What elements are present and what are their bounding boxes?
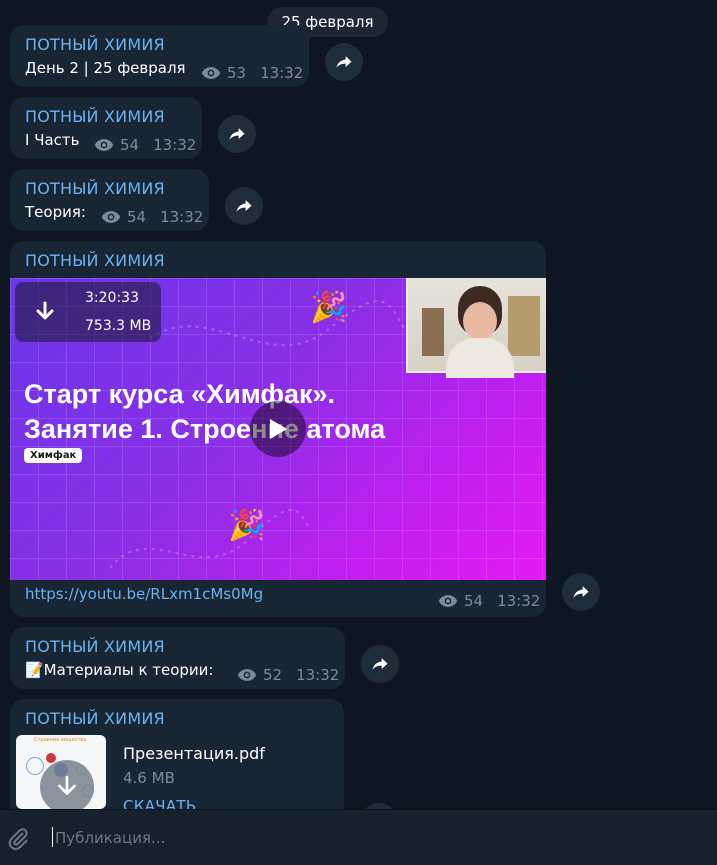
message-bubble[interactable]: ПОТНЫЙ ХИМИЯ I Часть 54 13:32	[10, 97, 202, 159]
message-time: 13:32	[260, 64, 304, 82]
message-meta: 54 13:32	[438, 592, 540, 610]
channel-name[interactable]: ПОТНЫЙ ХИМИЯ	[25, 35, 165, 54]
message-bubble[interactable]: ПОТНЫЙ ХИМИЯ 📝Материалы к теории: 52 13:…	[10, 627, 345, 689]
channel-name[interactable]: ПОТНЫЙ ХИМИЯ	[25, 251, 165, 270]
forward-icon	[236, 200, 252, 212]
channel-name[interactable]: ПОТНЫЙ ХИМИЯ	[25, 107, 165, 126]
message-text: День 2 | 25 февраля	[25, 59, 186, 77]
view-count: 54	[120, 136, 140, 154]
message-composer	[0, 809, 717, 865]
view-count: 52	[263, 666, 283, 684]
video-message-bubble[interactable]: ПОТНЫЙ ХИМИЯ 🎉 🎉 Старт курса «Химфак». З…	[10, 241, 546, 617]
forward-icon	[573, 586, 589, 598]
forward-icon	[336, 56, 352, 68]
document-size: 4.6 MB	[123, 769, 175, 787]
view-count: 54	[464, 592, 484, 610]
message-input[interactable]	[55, 824, 655, 852]
message-time: 13:32	[497, 592, 541, 610]
document-download-button[interactable]	[40, 760, 94, 809]
paperclip-icon[interactable]	[6, 827, 30, 851]
download-icon	[58, 775, 76, 795]
forward-button[interactable]	[562, 573, 600, 611]
view-count: 54	[127, 208, 147, 226]
eye-icon	[101, 211, 121, 223]
message-text: I Часть	[25, 131, 80, 149]
forward-button[interactable]	[218, 115, 256, 153]
forward-button[interactable]	[361, 645, 399, 683]
channel-name[interactable]: ПОТНЫЙ ХИМИЯ	[25, 179, 165, 198]
message-time: 13:32	[296, 666, 340, 684]
play-button[interactable]	[250, 401, 306, 457]
message-meta: 54 13:32	[101, 208, 203, 226]
forward-button[interactable]	[325, 43, 363, 81]
eye-icon	[94, 139, 114, 151]
text-caret	[52, 827, 53, 847]
dotted-curve-decoration	[110, 509, 310, 569]
dotted-curve-decoration	[150, 300, 410, 347]
play-icon	[270, 419, 287, 439]
party-popper-icon: 🎉	[228, 508, 266, 543]
video-size: 753.3 MB	[85, 318, 152, 334]
forward-icon	[372, 658, 388, 670]
message-time: 13:32	[153, 136, 197, 154]
video-preview[interactable]: 🎉 🎉 Старт курса «Химфак». Занятие 1. Стр…	[10, 278, 546, 580]
message-meta: 53 13:32	[201, 64, 303, 82]
message-text: Теория:	[25, 203, 86, 221]
video-webcam-inset	[406, 278, 546, 378]
eye-icon	[237, 669, 257, 681]
eye-icon	[201, 67, 221, 79]
message-text: 📝Материалы к теории:	[25, 661, 214, 679]
video-title: Старт курса «Химфак». Занятие 1. Строени…	[24, 379, 386, 444]
party-popper-icon: 🎉	[310, 290, 348, 325]
thumbnail-title: Строение вещества	[34, 737, 87, 743]
video-duration: 3:20:33	[85, 290, 139, 306]
eye-icon	[438, 595, 458, 607]
forward-icon	[229, 128, 245, 140]
video-download-overlay[interactable]: 3:20:33 753.3 MB	[15, 282, 161, 342]
document-name[interactable]: Презентация.pdf	[123, 744, 265, 763]
channel-name[interactable]: ПОТНЫЙ ХИМИЯ	[25, 637, 165, 656]
message-meta: 52 13:32	[237, 666, 339, 684]
message-bubble[interactable]: ПОТНЫЙ ХИМИЯ День 2 | 25 февраля 53 13:3…	[10, 25, 309, 87]
message-time: 13:32	[160, 208, 204, 226]
message-meta: 54 13:32	[94, 136, 196, 154]
view-count: 53	[227, 64, 247, 82]
video-tag: Химфак	[24, 448, 83, 463]
download-icon[interactable]	[33, 300, 57, 324]
video-link[interactable]: https://youtu.be/RLxm1cMs0Mg	[25, 585, 263, 603]
forward-button[interactable]	[225, 187, 263, 225]
message-bubble[interactable]: ПОТНЫЙ ХИМИЯ Теория: 54 13:32	[10, 169, 209, 231]
document-thumbnail[interactable]: Строение вещества	[16, 735, 106, 809]
channel-name[interactable]: ПОТНЫЙ ХИМИЯ	[25, 709, 165, 728]
